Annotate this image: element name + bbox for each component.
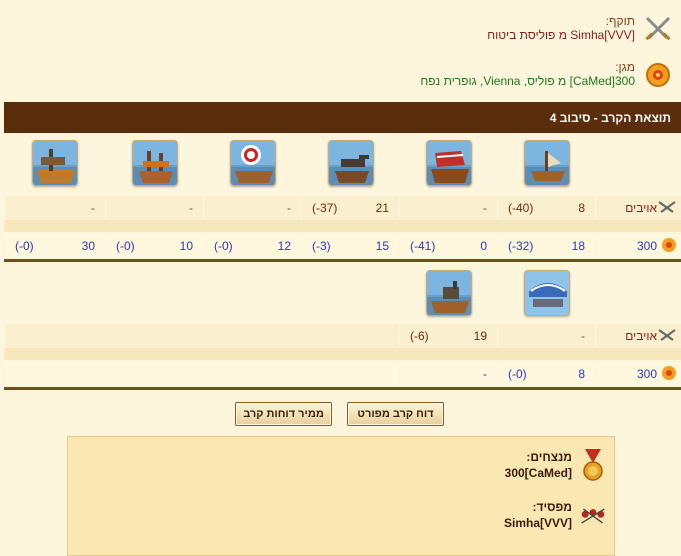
loser-name[interactable]: Simha[VVV]	[504, 515, 572, 531]
ship-icon[interactable]	[131, 140, 178, 186]
shield-icon	[661, 237, 677, 256]
ship-images-row-1	[4, 134, 681, 192]
attacker-name[interactable]: Simha[VVV] מ פוליסת ביטוח	[487, 28, 635, 42]
crossed-swords-icon	[643, 14, 673, 44]
ship-icon[interactable]	[229, 140, 276, 186]
defender-info: מגן: 300[CaMed] מ פוליס, Vienna, גופרית …	[420, 60, 673, 90]
row-spacer	[4, 220, 681, 232]
own-count: 15	[375, 239, 389, 253]
enemy-count: 8	[578, 201, 585, 215]
enemy-count: -	[287, 201, 291, 215]
enemy-label-cell: אויבים	[595, 196, 681, 220]
enemy-label-cell: אויבים	[595, 324, 681, 348]
report-converter-label: ממיר דוחות קרב	[243, 408, 324, 420]
attacker-label: תוקף:	[605, 14, 635, 28]
winners-label: מנצחים:	[526, 450, 572, 464]
defender-name[interactable]: 300[CaMed] מ פוליס, Vienna, גופרית נפח	[420, 74, 635, 88]
battle-result-title: תוצאת הקרב - סיבוב 4	[549, 110, 671, 125]
own-count: 0	[480, 239, 487, 253]
shield-icon	[643, 60, 673, 90]
own-count: 10	[179, 239, 193, 253]
own-count: (-41)	[410, 239, 436, 253]
own-count: 12	[277, 239, 291, 253]
own-label-cell: 300	[595, 362, 681, 386]
enemy-label: אויבים	[625, 329, 657, 343]
own-stats-row-1: 300 (-32) 18 (-41) 0 (-3) 15 (-0) 12 (-0) 10 …	[4, 234, 681, 258]
ship-images-row-2	[4, 264, 681, 322]
attacker-info: תוקף: Simha[VVV] מ פוליסת ביטוח	[487, 14, 673, 44]
enemy-stats-row-1: אויבים (-40) 8 - (-37) 21 - - -	[4, 196, 681, 220]
crossed-swords-icon	[657, 200, 677, 217]
defeated-soldiers-icon	[580, 499, 606, 533]
own-count: (-0)	[508, 367, 527, 381]
shield-icon	[661, 365, 677, 384]
own-count: (-0)	[15, 239, 34, 253]
own-count: -	[483, 367, 487, 381]
loser-info: מפסיד: Simha[VVV]	[504, 499, 606, 533]
own-count: (-0)	[214, 239, 233, 253]
defender-label: מגן:	[615, 60, 635, 74]
ship-icon[interactable]	[425, 140, 472, 186]
ship-icon[interactable]	[523, 140, 570, 186]
battle-outcome-panel: מנצחים: 300[CaMed] מפסיד: Simha[VVV]	[67, 436, 615, 556]
ship-icon[interactable]	[327, 140, 374, 186]
enemy-count: 21	[375, 201, 389, 215]
own-count: (-32)	[508, 239, 534, 253]
section-divider	[4, 387, 681, 390]
enemy-stats-row-2: אויבים - (-6) 19	[4, 324, 681, 348]
battle-result-header: תוצאת הקרב - סיבוב 4	[4, 102, 681, 133]
report-converter-button[interactable]: ממיר דוחות קרב	[235, 402, 332, 426]
enemy-count: -	[483, 201, 487, 215]
loser-label: מפסיד:	[532, 500, 572, 514]
own-stats-row-2: 300 (-0) 8 -	[4, 362, 681, 386]
own-count: 18	[571, 239, 585, 253]
ship-icon[interactable]	[32, 140, 78, 186]
own-count: 30	[81, 239, 95, 253]
detailed-report-button[interactable]: דוח קרב מפורט	[347, 402, 444, 426]
enemy-label: אויבים	[625, 201, 657, 215]
enemy-count: -	[581, 329, 585, 343]
own-count: (-0)	[116, 239, 135, 253]
row-spacer	[4, 348, 681, 360]
medal-icon	[580, 449, 606, 483]
enemy-count: (-6)	[410, 329, 429, 343]
detailed-report-label: דוח קרב מפורט	[357, 408, 434, 420]
own-label-cell: 300	[595, 234, 681, 258]
winners-info: מנצחים: 300[CaMed]	[505, 449, 606, 483]
winners-name[interactable]: 300[CaMed]	[505, 465, 572, 481]
section-divider	[4, 259, 681, 262]
enemy-count: (-40)	[508, 201, 534, 215]
own-count: (-3)	[312, 239, 331, 253]
enemy-count: -	[189, 201, 193, 215]
enemy-count: (-37)	[312, 201, 338, 215]
enemy-count: 19	[473, 329, 487, 343]
ship-icon[interactable]	[523, 270, 570, 316]
own-fleet-count: 300	[636, 239, 657, 253]
own-fleet-count: 300	[636, 367, 657, 381]
crossed-swords-icon	[657, 328, 677, 345]
enemy-count: -	[91, 201, 95, 215]
own-count: 8	[578, 367, 585, 381]
ship-icon[interactable]	[425, 270, 472, 316]
